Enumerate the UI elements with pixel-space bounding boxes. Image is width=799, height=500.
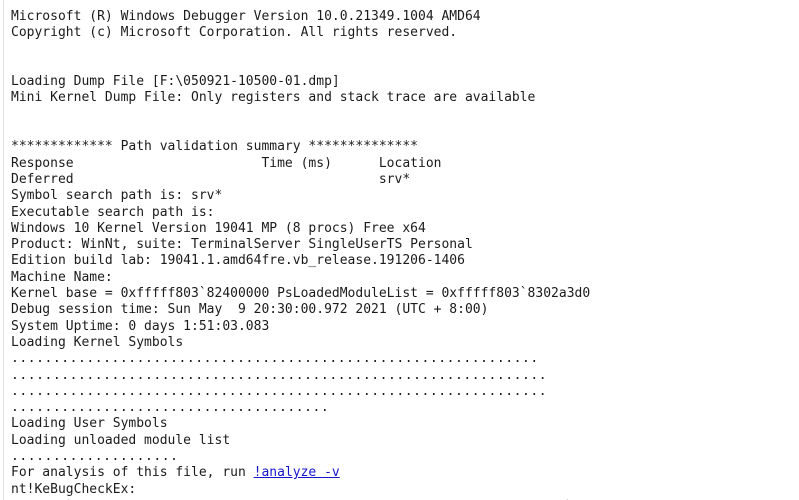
log-line-debugger-version: Microsoft (R) Windows Debugger Version 1…	[11, 9, 481, 24]
log-line-executable-search-path: Executable search path is:	[11, 204, 215, 220]
log-line-loading-dump-file: Loading Dump File [F:\050921-10500-01.dm…	[11, 74, 340, 90]
log-line-kernel-base: Kernel base = 0xfffff803`82400000 PsLoad…	[11, 286, 591, 302]
log-line-path-validation-row: Deferred srv*	[11, 171, 411, 187]
log-line-user-symbol-progress: ....................	[11, 449, 179, 465]
log-line-path-validation-heading: ************* Path validation summary **…	[11, 139, 418, 155]
log-line-kernel-symbol-progress: ........................................…	[11, 367, 548, 383]
analysis-prompt-text: For analysis of this file, run	[11, 465, 254, 481]
debugger-console: Microsoft (R) Windows Debugger Version 1…	[0, 0, 799, 500]
log-line-path-validation-header-row: Response Time (ms) Location	[11, 155, 442, 171]
log-line-copyright: Copyright (c) Microsoft Corporation. All…	[11, 25, 458, 41]
log-line-product: Product: WinNt, suite: TerminalServer Si…	[11, 237, 473, 253]
log-line-bugcheck-symbol: nt!KeBugCheckEx:	[11, 481, 137, 497]
log-line-machine-name: Machine Name:	[11, 269, 113, 285]
log-line-kernel-symbol-progress: ......................................	[11, 400, 330, 416]
log-line-debug-session-time: Debug session time: Sun May 9 20:30:00.9…	[11, 302, 489, 318]
log-line-kernel-symbol-progress: ........................................…	[11, 383, 548, 399]
log-line-loading-kernel-symbols: Loading Kernel Symbols	[11, 334, 184, 350]
log-line-loading-unloaded-module-list: Loading unloaded module list	[11, 432, 231, 448]
log-line-analysis-prompt: For analysis of this file, run !analyze …	[11, 465, 799, 481]
log-line-blank	[11, 42, 799, 58]
log-line-system-uptime: System Uptime: 0 days 1:51:03.083	[11, 318, 270, 334]
log-line-symbol-search-path: Symbol search path is: srv*	[11, 188, 223, 204]
command-output-log[interactable]: Microsoft (R) Windows Debugger Version 1…	[0, 0, 799, 500]
analyze-verbose-link[interactable]: !analyze -v	[254, 465, 340, 480]
log-line-edition-build-lab: Edition build lab: 19041.1.amd64fre.vb_r…	[11, 253, 465, 269]
log-line-blank	[11, 107, 799, 123]
log-line-dump-kind: Mini Kernel Dump File: Only registers an…	[11, 90, 536, 106]
log-line-os-version: Windows 10 Kernel Version 19041 MP (8 pr…	[11, 220, 426, 236]
log-line-blank	[11, 58, 799, 74]
log-line-loading-user-symbols: Loading User Symbols	[11, 416, 168, 432]
log-line-blank	[11, 123, 799, 139]
log-line-kernel-symbol-progress: ........................................…	[11, 351, 539, 367]
